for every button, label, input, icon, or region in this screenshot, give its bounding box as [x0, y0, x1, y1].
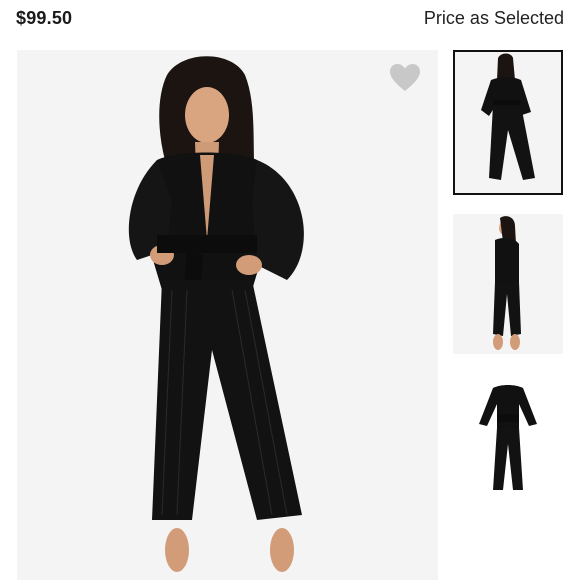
model-front-illustration: [17, 50, 438, 580]
thumbnail-flat-lay[interactable]: [453, 372, 563, 507]
price-bar: $99.50 Price as Selected: [0, 0, 580, 40]
price-note: Price as Selected: [423, 8, 564, 28]
thumbnail-side[interactable]: [453, 214, 563, 354]
thumbnail-front[interactable]: [453, 50, 563, 195]
heart-icon[interactable]: [389, 63, 421, 93]
product-price: $99.50: [16, 8, 73, 28]
main-product-image[interactable]: [17, 50, 438, 580]
